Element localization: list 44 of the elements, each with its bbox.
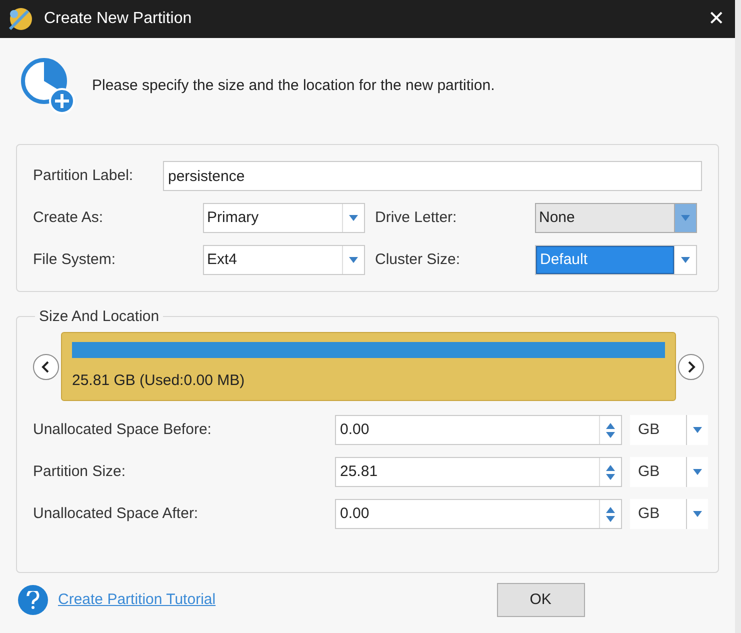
dropdown[interactable]: Default [535, 245, 697, 275]
unit-dropdown[interactable]: GB [630, 499, 708, 529]
caret-icon [693, 427, 702, 433]
instruction-text: Please specify the size and the location for the new partition. [92, 76, 495, 96]
down-arrow-icon[interactable] [606, 474, 615, 480]
field-label: Unallocated Space Before: [33, 420, 212, 440]
field-label: Partition Label: [33, 166, 134, 186]
down-arrow-icon[interactable] [606, 516, 615, 522]
caret-icon [681, 257, 690, 263]
down-arrow-icon[interactable] [606, 432, 615, 438]
caret-icon [349, 215, 358, 221]
scroll-left-button[interactable] [33, 354, 59, 380]
partition-block[interactable]: 25.81 GB (Used:0.00 MB) [61, 332, 676, 401]
field-label: Drive Letter: [374, 208, 458, 228]
partition-size-text: 25.81 GB (Used:0.00 MB) [72, 371, 246, 391]
text-field[interactable]: persistence [163, 161, 702, 191]
spin-field[interactable]: 0.00 [335, 499, 622, 529]
spin-field[interactable]: 0.00 [335, 415, 622, 445]
caret-icon [693, 469, 702, 475]
caret-icon [681, 215, 690, 221]
app-logo-icon [6, 5, 34, 33]
unit-dropdown[interactable]: GB [630, 457, 708, 487]
caret-icon [693, 511, 702, 517]
chevron-left-icon [41, 360, 51, 372]
up-arrow-icon[interactable] [606, 506, 615, 512]
close-button[interactable]: ✕ [704, 9, 729, 29]
caret-icon [349, 257, 358, 263]
unit-dropdown[interactable]: GB [630, 415, 708, 445]
up-arrow-icon[interactable] [606, 464, 615, 470]
partition-add-icon [20, 57, 76, 115]
field-label: Partition Size: [33, 462, 127, 482]
dropdown[interactable]: Primary [203, 203, 365, 233]
chevron-right-icon [686, 360, 696, 372]
field-label: Create As: [33, 208, 104, 228]
field-label: File System: [33, 250, 117, 270]
field-label: Unallocated Space After: [33, 504, 200, 524]
help-icon [18, 585, 48, 615]
dropdown[interactable]: Ext4 [203, 245, 365, 275]
spin-field[interactable]: 25.81 [335, 457, 622, 487]
up-arrow-icon[interactable] [606, 422, 615, 428]
ok-button[interactable]: OK [496, 583, 585, 617]
scroll-right-button[interactable] [678, 354, 704, 380]
field-label: Cluster Size: [374, 250, 462, 270]
window-title: Create New Partition [44, 9, 192, 29]
